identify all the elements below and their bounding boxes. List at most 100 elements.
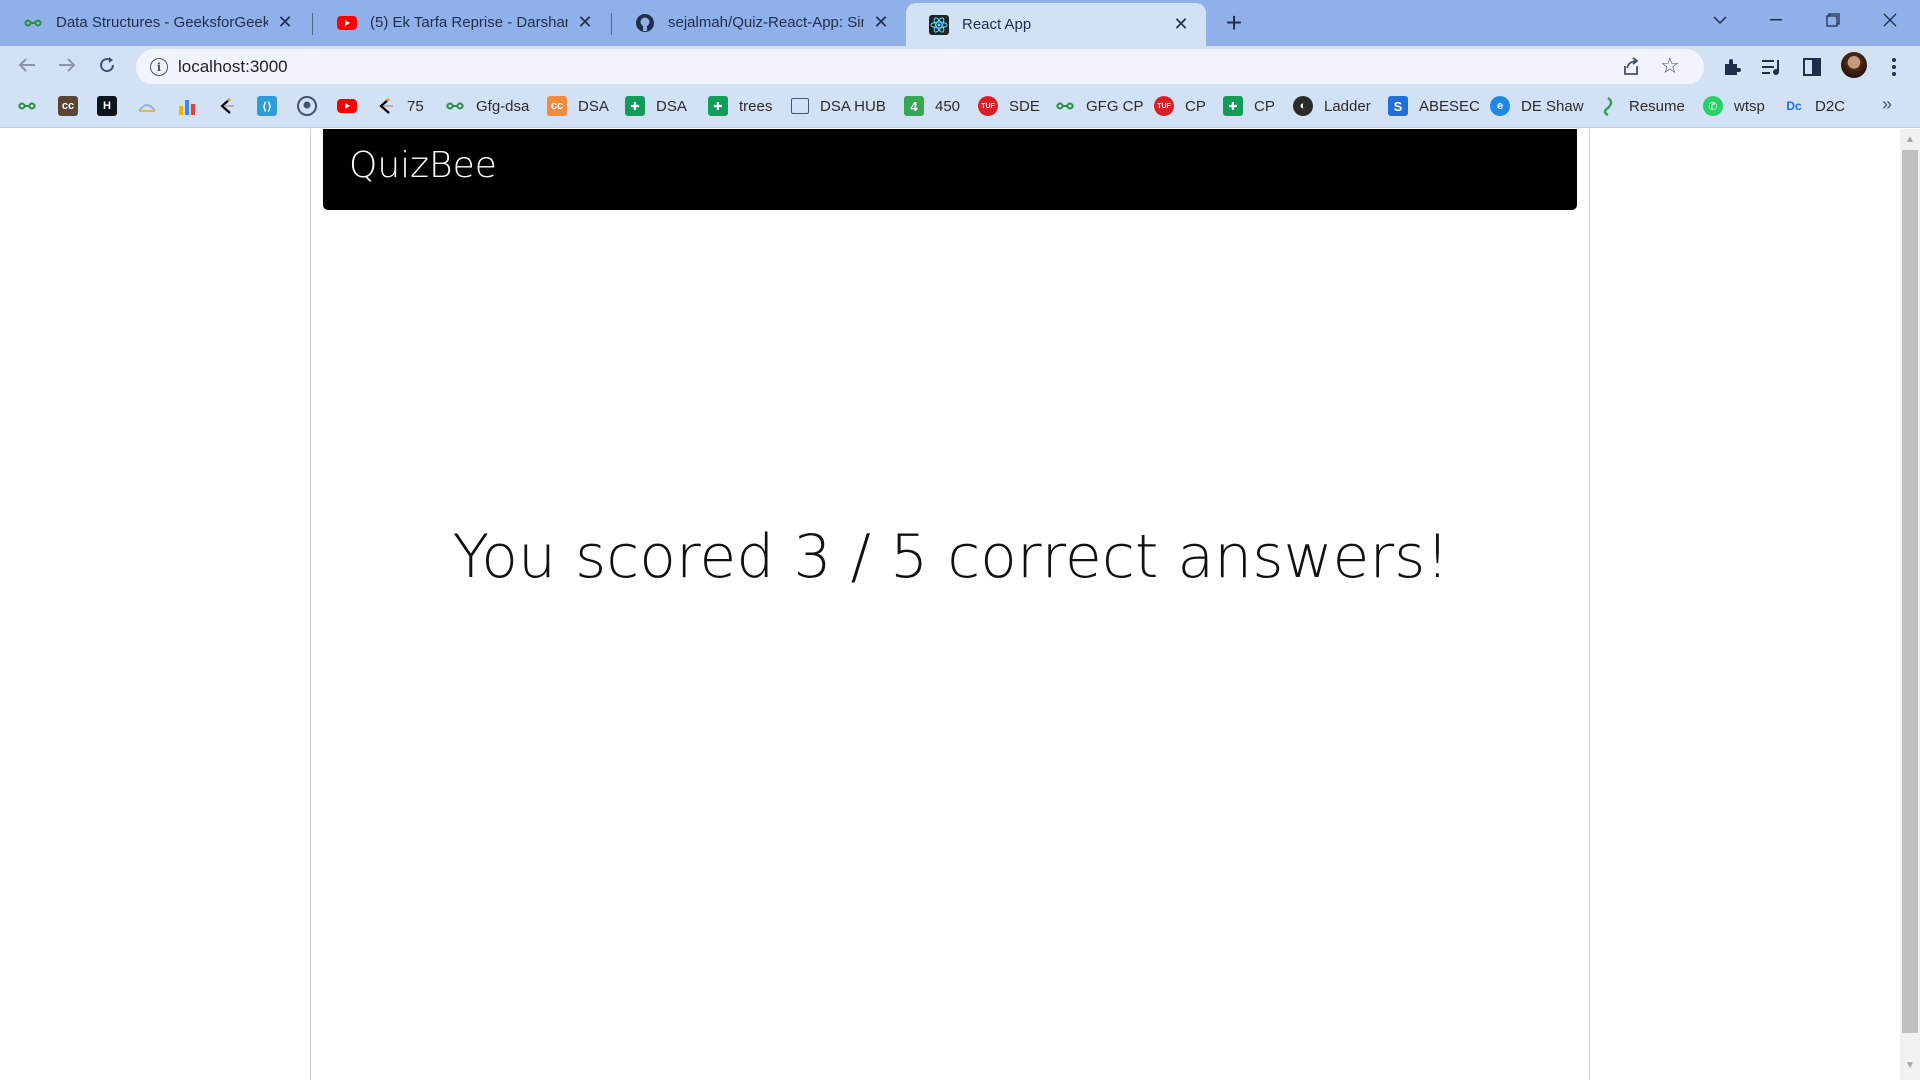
- menu-icon[interactable]: [1882, 55, 1906, 79]
- bookmark-item[interactable]: Gfg-dsa: [445, 95, 529, 117]
- bookmark-item[interactable]: [297, 95, 317, 117]
- forward-button[interactable]: [51, 49, 83, 81]
- bookmark-item[interactable]: ◐ Ladder: [1293, 95, 1371, 117]
- page-icon: [791, 98, 809, 114]
- bookmark-item[interactable]: Dc D2C: [1784, 95, 1845, 117]
- tuf-icon: TUF: [1154, 96, 1174, 116]
- arrow-right-icon: [59, 58, 76, 72]
- youtube-icon: [337, 96, 357, 116]
- tab-strip: Data Structures - GeeksforGeeks ✕ (5) Ek…: [0, 0, 1920, 46]
- bookmark-item[interactable]: [17, 95, 37, 117]
- extensions-icon[interactable]: [1720, 55, 1744, 79]
- address-bar[interactable]: i localhost:3000 ☆: [136, 49, 1704, 85]
- minimize-button[interactable]: [1748, 0, 1804, 40]
- bookmark-label: DSA: [656, 97, 687, 115]
- bookmark-label: CP: [1185, 97, 1206, 115]
- close-icon[interactable]: ✕: [274, 12, 296, 34]
- bookmark-label: ABESEC: [1419, 97, 1480, 115]
- score-message: You scored 3 / 5 correct answers!: [452, 522, 1450, 592]
- resume-icon: [1598, 96, 1618, 116]
- bookmark-item[interactable]: [217, 95, 237, 117]
- chevron-down-icon: [1713, 16, 1727, 25]
- bookmark-item[interactable]: GFG CP: [1055, 95, 1144, 117]
- bookmark-item[interactable]: cc DSA: [547, 95, 609, 117]
- d2c-icon: Dc: [1786, 99, 1802, 113]
- four-icon: 4: [904, 96, 924, 116]
- scroll-down-arrow[interactable]: ▼: [1903, 1060, 1917, 1074]
- close-icon: [1883, 13, 1897, 27]
- bookmark-item[interactable]: TUF SDE: [978, 95, 1040, 117]
- close-icon[interactable]: ✕: [1170, 14, 1192, 36]
- bookmark-item[interactable]: 75: [376, 95, 424, 117]
- bookmarks-overflow-icon[interactable]: »: [1882, 94, 1892, 115]
- bookmark-label: D2C: [1815, 97, 1846, 115]
- bookmark-label: Ladder: [1324, 97, 1371, 115]
- close-window-button[interactable]: [1862, 0, 1918, 40]
- sheets-icon: ✚: [708, 96, 728, 116]
- tab-search-button[interactable]: [1692, 0, 1748, 40]
- tab-youtube[interactable]: (5) Ek Tarfa Reprise - Darshan Ra ✕: [314, 3, 610, 42]
- bookmark-label: 450: [935, 97, 961, 115]
- bookmark-item[interactable]: [137, 95, 157, 117]
- scroll-up-arrow[interactable]: ▲: [1903, 134, 1917, 148]
- bookmark-item[interactable]: 4 450: [904, 95, 960, 117]
- bookmark-item[interactable]: ⟨⟩: [257, 95, 277, 117]
- restore-button[interactable]: [1805, 0, 1861, 40]
- globe-icon: ◐: [1293, 96, 1313, 116]
- bookmark-label: DE Shaw: [1521, 97, 1584, 115]
- back-button[interactable]: [11, 49, 43, 81]
- bookmark-item[interactable]: [177, 95, 197, 117]
- close-icon[interactable]: ✕: [574, 12, 596, 34]
- bookmark-item[interactable]: ✆ wtsp: [1703, 95, 1765, 117]
- bookmark-item[interactable]: DSA HUB: [791, 95, 886, 117]
- hackerrank-icon: H: [97, 96, 117, 116]
- scrollbar-thumb[interactable]: [1902, 150, 1918, 1033]
- info-icon[interactable]: i: [150, 58, 168, 76]
- reload-button[interactable]: [91, 49, 123, 81]
- whatsapp-icon: ✆: [1703, 96, 1723, 116]
- tab-title: sejalmah/Quiz-React-App: Simple: [668, 14, 864, 31]
- hackerearth-icon: [137, 96, 157, 116]
- reload-icon: [100, 57, 115, 73]
- close-icon[interactable]: ✕: [870, 12, 892, 34]
- media-control-icon[interactable]: [1760, 55, 1784, 79]
- sheets-icon: ✚: [625, 96, 645, 116]
- bookmark-item[interactable]: ✚ DSA: [625, 95, 687, 117]
- bookmark-label: DSA: [578, 97, 609, 115]
- bookmark-item[interactable]: TUF CP: [1154, 95, 1206, 117]
- bookmark-item[interactable]: H: [97, 95, 117, 117]
- edge-icon: e: [1490, 96, 1510, 116]
- gfg-icon: [445, 96, 465, 116]
- quiz-container: QuizBee You scored 3 / 5 correct answers…: [310, 129, 1590, 1080]
- bookmark-label: CP: [1254, 97, 1275, 115]
- tab-geeksforgeeks[interactable]: Data Structures - GeeksforGeeks ✕: [0, 3, 310, 42]
- bookmark-star-icon[interactable]: ☆: [1660, 53, 1680, 79]
- tab-title: React App: [962, 16, 1032, 33]
- bookmark-item[interactable]: ✚ trees: [708, 95, 772, 117]
- bookmark-item[interactable]: [337, 95, 357, 117]
- github-icon: [634, 12, 656, 34]
- url-text[interactable]: localhost:3000: [178, 57, 288, 77]
- side-panel-icon[interactable]: [1800, 55, 1824, 79]
- codechef-icon: cc: [547, 96, 567, 116]
- arrow-left-icon: [18, 58, 35, 72]
- code-icon: ⟨⟩: [257, 96, 277, 116]
- bookmark-item[interactable]: ✚ CP: [1223, 95, 1275, 117]
- sheets-icon: ✚: [1223, 96, 1243, 116]
- tab-separator: [312, 13, 313, 35]
- bookmark-item[interactable]: cc: [58, 95, 78, 117]
- share-icon[interactable]: [1619, 55, 1643, 79]
- browser-toolbar: i localhost:3000 ☆: [0, 46, 1920, 85]
- bookmark-item[interactable]: S ABESEC: [1388, 95, 1480, 117]
- bookmark-item[interactable]: e DE Shaw: [1490, 95, 1584, 117]
- tab-github[interactable]: sejalmah/Quiz-React-App: Simple ✕: [612, 3, 906, 42]
- tab-react-app[interactable]: React App ✕: [906, 3, 1206, 46]
- bookmark-label: DSA HUB: [820, 97, 886, 115]
- profile-avatar[interactable]: [1841, 52, 1867, 78]
- tuf-icon: TUF: [978, 96, 998, 116]
- bookmark-label: SDE: [1009, 97, 1040, 115]
- bookmark-item[interactable]: Resume: [1598, 95, 1685, 117]
- new-tab-button[interactable]: +: [1218, 7, 1250, 39]
- minimize-icon: [1770, 19, 1782, 21]
- gfg-icon: [17, 96, 37, 116]
